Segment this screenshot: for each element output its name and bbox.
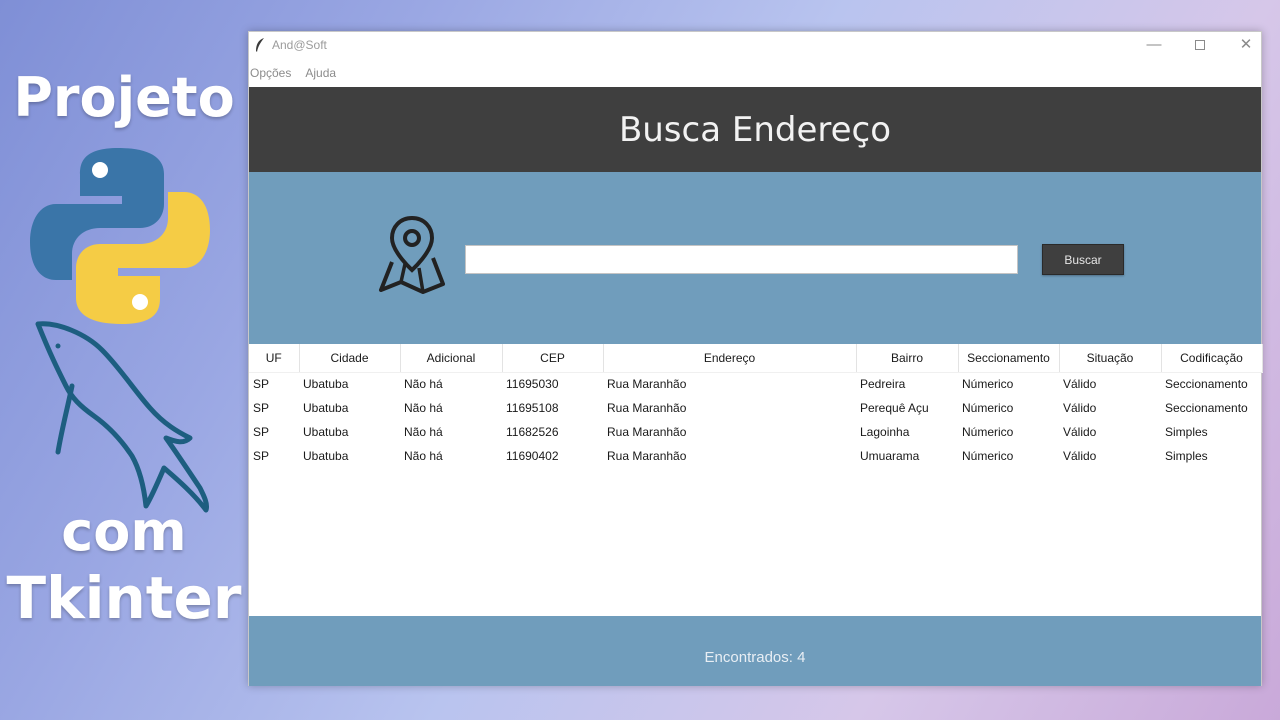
cell-codificacao: Simples	[1165, 425, 1208, 439]
cell-uf: SP	[253, 377, 270, 392]
cell-cep: 11695108	[506, 401, 559, 415]
menu-item-ajuda[interactable]: Ajuda	[305, 66, 336, 80]
promo-title-middle: com	[61, 500, 187, 563]
cell-situacao: Válido	[1063, 425, 1097, 439]
window-title: And@Soft	[272, 38, 327, 52]
search-panel: Buscar	[249, 172, 1261, 344]
cell-endereco: Rua Maranhão	[607, 425, 687, 439]
column-header-bairro[interactable]: Bairro	[856, 344, 959, 373]
cell-seccionamento: Númerico	[962, 401, 1014, 415]
cell-codificacao: Seccionamento	[1165, 377, 1248, 392]
cell-cep: 11690402	[506, 449, 559, 463]
cell-seccionamento: Númerico	[962, 377, 1014, 392]
cell-uf: SP	[253, 401, 270, 415]
cell-uf: SP	[253, 449, 270, 463]
cell-situacao: Válido	[1063, 401, 1097, 415]
table-header-row: UF Cidade Adicional CEP Endereço Bairro …	[249, 344, 1263, 373]
results-count: Encontrados: 4	[704, 648, 806, 666]
cell-codificacao: Simples	[1165, 449, 1208, 463]
cell-cep: 11682526	[506, 425, 559, 439]
column-header-seccionamento[interactable]: Seccionamento	[958, 344, 1060, 373]
mysql-dolphin-icon	[35, 321, 209, 513]
cell-adicional: Não há	[404, 377, 443, 392]
column-header-cep[interactable]: CEP	[502, 344, 604, 373]
cell-adicional: Não há	[404, 401, 443, 415]
table-row[interactable]: SP Ubatuba Não há 11695030 Rua Maranhão …	[249, 372, 1262, 396]
cell-bairro: Umuarama	[860, 449, 920, 463]
cell-bairro: Perequê Açu	[860, 401, 929, 415]
cell-endereco: Rua Maranhão	[607, 449, 687, 463]
column-header-cidade[interactable]: Cidade	[299, 344, 401, 373]
cell-situacao: Válido	[1063, 449, 1097, 463]
table-row[interactable]: SP Ubatuba Não há 11695108 Rua Maranhão …	[249, 396, 1262, 420]
promo-title-top: Projeto	[13, 66, 235, 129]
maximize-icon	[1195, 40, 1205, 50]
cell-bairro: Pedreira	[860, 377, 906, 392]
column-header-adicional[interactable]: Adicional	[400, 344, 503, 373]
maximize-button[interactable]	[1177, 34, 1223, 58]
cell-seccionamento: Númerico	[962, 425, 1014, 439]
column-header-codificacao[interactable]: Codificação	[1161, 344, 1263, 373]
cell-cidade: Ubatuba	[303, 401, 349, 415]
python-logo-icon	[30, 148, 210, 324]
table-row[interactable]: SP Ubatuba Não há 11682526 Rua Maranhão …	[249, 420, 1262, 444]
cell-cidade: Ubatuba	[303, 377, 349, 392]
minimize-button[interactable]: —	[1131, 34, 1177, 58]
status-footer: Encontrados: 4	[249, 616, 1261, 686]
cell-endereco: Rua Maranhão	[607, 401, 687, 415]
app-window: And@Soft — ✕ Opções Ajuda Busca Endereço…	[248, 31, 1263, 686]
cell-uf: SP	[253, 425, 270, 439]
cell-cep: 11695030	[506, 377, 559, 392]
cell-endereco: Rua Maranhão	[607, 377, 687, 392]
results-table-area: UF Cidade Adicional CEP Endereço Bairro …	[249, 344, 1263, 616]
cell-cidade: Ubatuba	[303, 449, 349, 463]
cell-bairro: Lagoinha	[860, 425, 910, 439]
results-table: UF Cidade Adicional CEP Endereço Bairro …	[249, 344, 1263, 468]
promo-title-bottom: Tkinter	[6, 564, 242, 632]
menu-bar: Opções Ajuda	[249, 59, 1261, 87]
cell-cidade: Ubatuba	[303, 425, 349, 439]
close-button[interactable]: ✕	[1223, 34, 1269, 58]
cell-codificacao: Seccionamento	[1165, 401, 1248, 415]
cell-situacao: Válido	[1063, 377, 1097, 392]
cell-adicional: Não há	[404, 425, 443, 439]
header-bar: Busca Endereço	[249, 87, 1261, 172]
promo-panel: Projeto com Tkinter	[0, 0, 248, 720]
search-button[interactable]: Buscar	[1042, 244, 1124, 275]
cell-adicional: Não há	[404, 449, 443, 463]
menu-item-opcoes[interactable]: Opções	[250, 66, 291, 80]
search-input[interactable]	[465, 245, 1018, 274]
feather-icon	[256, 38, 264, 52]
map-pin-icon	[379, 215, 445, 294]
table-row[interactable]: SP Ubatuba Não há 11690402 Rua Maranhão …	[249, 444, 1262, 468]
page-title: Busca Endereço	[618, 109, 892, 150]
column-header-situacao[interactable]: Situação	[1059, 344, 1162, 373]
column-header-uf[interactable]: UF	[249, 344, 300, 373]
title-bar[interactable]: And@Soft — ✕	[249, 32, 1261, 59]
column-header-endereco[interactable]: Endereço	[603, 344, 857, 373]
cell-seccionamento: Númerico	[962, 449, 1014, 463]
